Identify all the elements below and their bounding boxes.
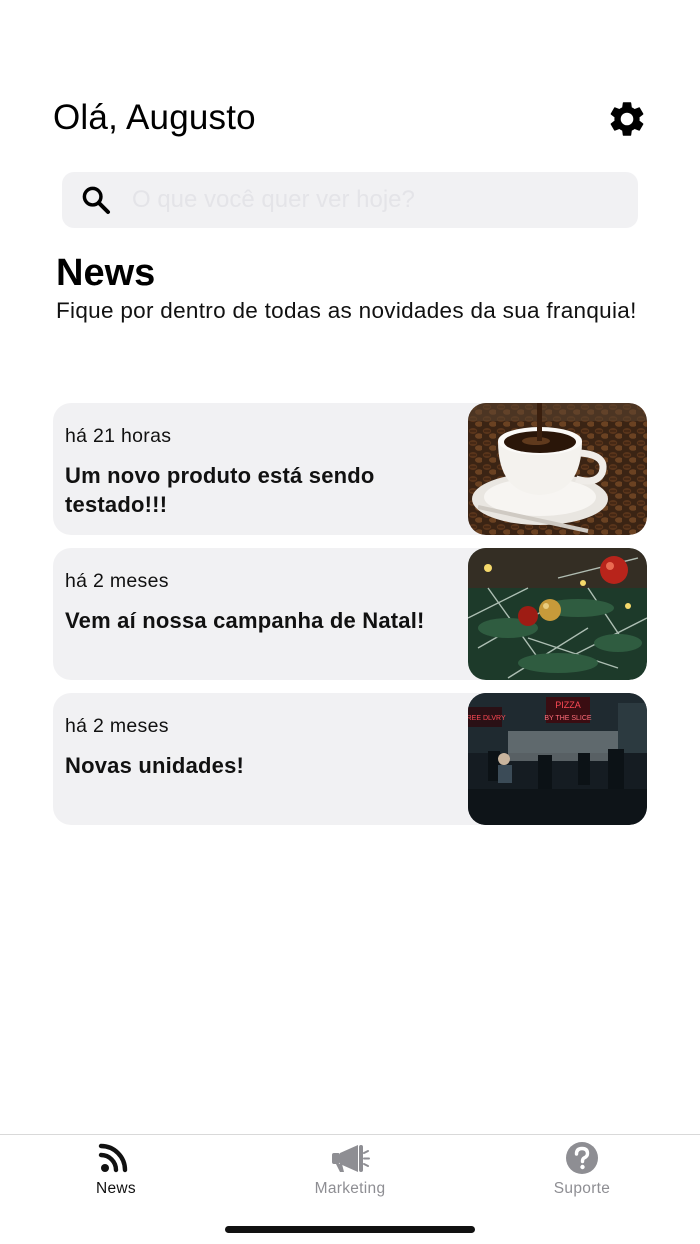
- megaphone-icon: [332, 1145, 370, 1172]
- news-time: há 2 meses: [65, 715, 169, 737]
- greeting-title: Olá, Augusto: [53, 98, 256, 137]
- pizza-shop-photo: PIZZA BY THE SLICE FREE DLVRY: [468, 693, 647, 825]
- news-list: há 21 horas Um novo produto está sendo t…: [53, 403, 647, 838]
- christmas-tree-photo: [468, 548, 647, 680]
- svg-text:PIZZA: PIZZA: [555, 700, 581, 710]
- news-title: Vem aí nossa campanha de Natal!: [65, 608, 425, 633]
- news-card[interactable]: há 21 horas Um novo produto está sendo t…: [53, 403, 647, 535]
- tab-marketing[interactable]: Marketing: [280, 1141, 420, 1201]
- tab-marketing-label: Marketing: [314, 1180, 386, 1197]
- tab-news[interactable]: News: [46, 1141, 186, 1201]
- tab-suporte-label: Suporte: [553, 1180, 611, 1197]
- tab-news-label: News: [96, 1180, 136, 1197]
- question-circle-icon: [566, 1142, 598, 1174]
- news-title: Um novo produto está sendo testado!!!: [65, 463, 375, 517]
- home-indicator: [225, 1226, 475, 1233]
- section-title: News: [56, 252, 156, 294]
- news-title: Novas unidades!: [65, 753, 245, 778]
- news-card[interactable]: há 2 meses Novas unidades! PIZZA BY THE …: [53, 693, 647, 825]
- header: Olá, Augusto: [53, 96, 653, 144]
- rss-icon: [98, 1143, 128, 1173]
- svg-text:BY THE SLICE: BY THE SLICE: [544, 715, 592, 722]
- news-time: há 21 horas: [65, 425, 172, 447]
- search-bar[interactable]: [62, 172, 638, 228]
- svg-text:FREE DLVRY: FREE DLVRY: [468, 715, 506, 722]
- search-input[interactable]: [132, 172, 622, 228]
- search-icon: [82, 186, 110, 214]
- tab-suporte[interactable]: Suporte: [512, 1141, 652, 1201]
- coffee-cup-photo: [468, 403, 647, 535]
- section-subtitle: Fique por dentro de todas as novidades d…: [56, 298, 637, 323]
- news-card[interactable]: há 2 meses Vem aí nossa campanha de Nata…: [53, 548, 647, 680]
- news-time: há 2 meses: [65, 570, 169, 592]
- gear-icon[interactable]: [606, 98, 648, 140]
